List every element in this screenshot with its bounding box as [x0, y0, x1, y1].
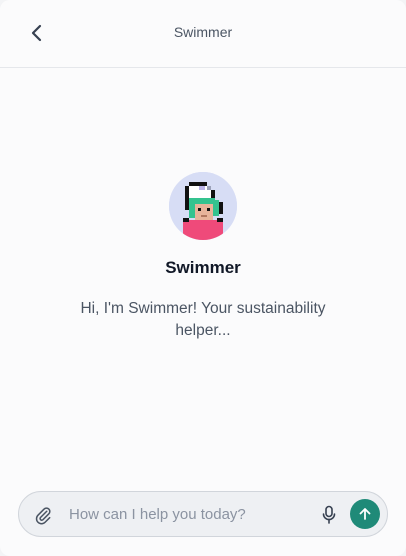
paperclip-icon — [35, 507, 51, 525]
arrow-up-icon — [359, 508, 371, 520]
header-title: Swimmer — [173, 24, 233, 40]
agent-intro: Swimmer Hi, I'm Swimmer! Your sustainabi… — [0, 172, 406, 342]
chat-window: Swimmer Swimmer Hi, I'm Swimmer! Your su… — [0, 0, 406, 556]
attach-button[interactable] — [31, 503, 55, 527]
chat-header: Swimmer — [0, 0, 406, 68]
swimmer-avatar-image — [169, 172, 237, 240]
send-button[interactable] — [350, 499, 380, 529]
message-composer — [18, 491, 388, 537]
microphone-icon — [322, 505, 336, 524]
agent-greeting: Hi, I'm Swimmer! Your sustainability hel… — [80, 300, 326, 339]
avatar — [169, 172, 237, 240]
agent-name: Swimmer — [165, 258, 241, 277]
microphone-button[interactable] — [318, 504, 340, 526]
message-input[interactable] — [69, 500, 309, 528]
